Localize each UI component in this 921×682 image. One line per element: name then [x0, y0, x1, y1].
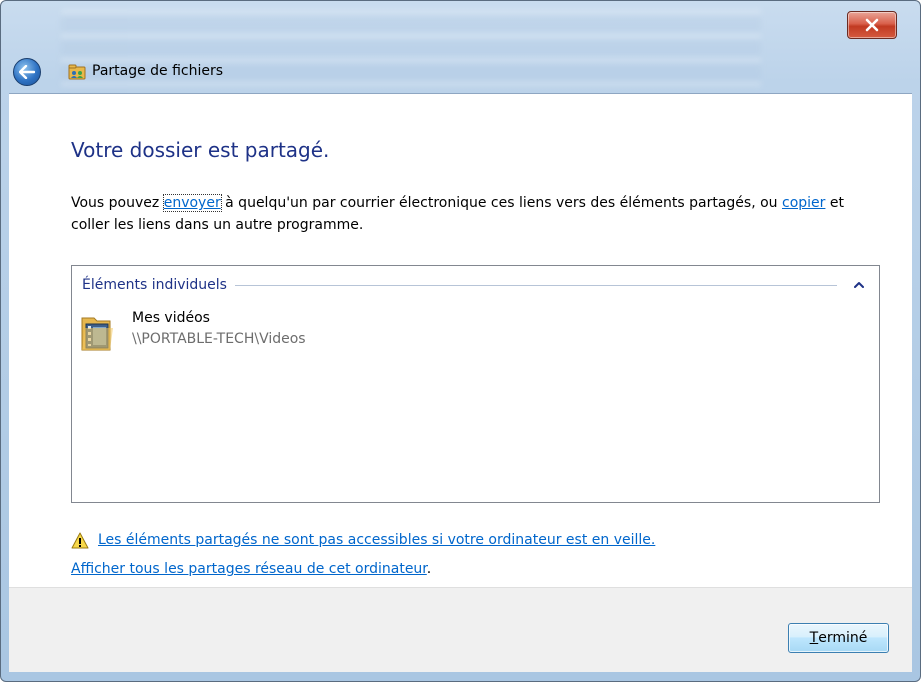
group-divider — [234, 284, 837, 286]
intro-text-part2: à quelqu'un par courrier électronique ce… — [220, 195, 782, 211]
shared-items-list[interactable]: Éléments individuels Mes vidéos \\PORTAB… — [71, 265, 880, 503]
file-sharing-icon — [68, 64, 86, 80]
back-arrow-icon — [19, 65, 35, 79]
warning-row: Les éléments partagés ne sont pas access… — [71, 529, 655, 551]
group-label: Éléments individuels — [82, 277, 227, 293]
group-header[interactable]: Éléments individuels — [82, 275, 867, 295]
content-area: Votre dossier est partagé. Vous pouvez e… — [9, 93, 912, 587]
close-icon — [865, 18, 879, 32]
chevron-up-icon — [854, 282, 864, 288]
item-name: Mes vidéos — [132, 310, 210, 326]
video-folder-icon — [81, 317, 113, 351]
file-sharing-window: Partage de fichiers Votre dossier est pa… — [0, 0, 921, 682]
show-network-shares-link[interactable]: Afficher tous les partages réseau de cet… — [71, 561, 427, 577]
sleep-warning-link[interactable]: Les éléments partagés ne sont pas access… — [98, 532, 655, 548]
window-title: Partage de fichiers — [92, 63, 224, 79]
network-shares-row: Afficher tous les partages réseau de cet… — [71, 561, 431, 577]
footer: Terminé — [9, 587, 912, 672]
send-link[interactable]: envoyer — [162, 194, 222, 212]
page-heading: Votre dossier est partagé. — [71, 138, 330, 162]
done-button-mnemonic: T — [809, 630, 819, 646]
intro-text: Vous pouvez envoyer à quelqu'un par cour… — [71, 192, 871, 236]
back-button[interactable] — [13, 58, 41, 86]
title-bar: Partage de fichiers — [1, 49, 920, 93]
intro-text-part1: Vous pouvez — [71, 195, 164, 211]
network-link-suffix: . — [426, 561, 432, 577]
item-path: \\PORTABLE-TECH\Videos — [132, 331, 306, 347]
close-button[interactable] — [847, 11, 897, 39]
copy-link[interactable]: copier — [782, 195, 825, 211]
collapse-group-button[interactable] — [851, 277, 867, 293]
warning-icon — [71, 532, 89, 548]
shared-item[interactable]: Mes vidéos \\PORTABLE-TECH\Videos — [80, 308, 480, 358]
done-button[interactable]: Terminé — [788, 623, 889, 653]
done-button-label: erminé — [818, 630, 868, 646]
